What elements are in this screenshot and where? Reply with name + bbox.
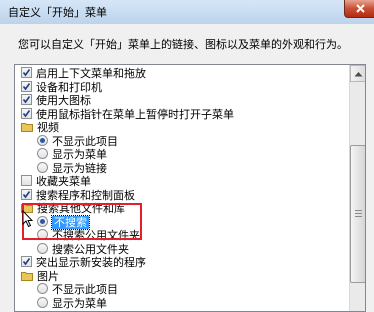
window-title: 自定义「开始」菜单 [8, 6, 107, 19]
checkbox[interactable] [21, 188, 32, 200]
radio-button[interactable] [37, 134, 48, 146]
option-row[interactable]: 使用大图标 [15, 94, 349, 108]
option-row[interactable]: 启用上下文菜单和拖放 [15, 67, 349, 81]
option-label: 启用上下文菜单和拖放 [36, 67, 146, 80]
option-label: 搜索程序和控制面板 [36, 188, 135, 202]
option-row: 搜索其他文件和库 [15, 202, 349, 216]
option-row[interactable]: 不搜索 [15, 214, 349, 230]
radio-button[interactable] [37, 161, 48, 173]
option-row[interactable]: 显示为链接 [15, 161, 349, 176]
title-bar: 自定义「开始」菜单 [0, 0, 374, 24]
radio-button[interactable] [37, 215, 48, 227]
scroll-up-button[interactable] [350, 65, 365, 82]
checkmark-icon [22, 258, 31, 266]
checkmark-icon [22, 82, 31, 90]
option-row[interactable]: 搜索公用文件夹 [15, 242, 349, 257]
option-row: 图片 [15, 270, 349, 284]
scroll-grip-line [355, 216, 362, 217]
radio-dot [40, 137, 45, 143]
checkmark-icon [22, 109, 31, 117]
option-label: 显示为链接 [52, 161, 107, 175]
option-row[interactable]: 收藏夹菜单 [15, 175, 349, 189]
option-label: 设备和打印机 [36, 80, 102, 94]
option-label: 不显示此项目 [52, 283, 118, 296]
radio-button[interactable] [37, 296, 48, 308]
option-row: 视频 [15, 121, 349, 135]
checkmark-icon [22, 190, 31, 198]
option-row[interactable]: 显示为菜单 [15, 148, 349, 162]
option-row[interactable]: 使用鼠标指针在菜单上暂停时打开子菜单 [15, 107, 349, 122]
option-label: 搜索其他文件和库 [37, 202, 125, 215]
radio-dot [40, 218, 45, 224]
checkmark-icon [22, 69, 31, 77]
option-row[interactable]: 不显示此项目 [15, 134, 349, 149]
folder-icon [21, 271, 33, 281]
radio-button[interactable] [37, 242, 48, 254]
mouse-cursor-icon [22, 210, 34, 228]
option-label: 使用大图标 [36, 94, 91, 107]
option-row[interactable]: 不显示此项目 [15, 283, 349, 297]
option-label: 搜索公用文件夹 [52, 242, 129, 256]
option-label: 突出显示新安装的程序 [36, 256, 146, 269]
options-list-items: 启用上下文菜单和拖放 设备和打印机 使用大图标 使用鼠标指针在菜单上暂停时打开子菜单视… [15, 67, 349, 310]
checkbox[interactable] [21, 94, 32, 105]
radio-button[interactable] [37, 229, 48, 240]
checkbox[interactable] [21, 107, 32, 119]
option-row[interactable]: 不搜索公用文件夹 [15, 229, 349, 243]
vertical-scrollbar[interactable] [349, 65, 365, 311]
option-label: 收藏夹菜单 [36, 175, 91, 188]
scroll-thumb[interactable] [350, 145, 365, 283]
option-label: 图片 [37, 269, 59, 283]
option-label: 不显示此项目 [52, 134, 118, 148]
option-label: 使用鼠标指针在菜单上暂停时打开子菜单 [36, 107, 234, 121]
folder-icon [21, 122, 33, 132]
checkbox[interactable] [21, 256, 32, 267]
chevron-up-icon [354, 72, 363, 77]
option-row[interactable]: 突出显示新安装的程序 [15, 256, 349, 270]
options-list[interactable]: 启用上下文菜单和拖放 设备和打印机 使用大图标 使用鼠标指针在菜单上暂停时打开子菜单视… [14, 64, 366, 312]
option-label: 不搜索公用文件夹 [52, 229, 140, 242]
checkmark-icon [22, 96, 31, 104]
checkbox[interactable] [21, 175, 32, 186]
option-label: 显示为菜单 [52, 148, 107, 161]
option-row[interactable]: 设备和打印机 [15, 80, 349, 95]
option-row[interactable]: 显示为菜单 [15, 296, 349, 311]
option-label: 不搜索 [51, 214, 90, 230]
radio-button[interactable] [37, 148, 48, 159]
checkbox[interactable] [21, 67, 32, 78]
description-text: 您可以自定义「开始」菜单上的链接、图标以及菜单的外观和行为。 [18, 38, 348, 51]
close-icon [356, 4, 365, 13]
option-label: 视频 [37, 121, 59, 134]
scroll-grip-line [355, 210, 362, 211]
radio-button[interactable] [37, 283, 48, 294]
scroll-grip-line [355, 213, 362, 214]
close-button[interactable] [344, 0, 374, 18]
option-row[interactable]: 搜索程序和控制面板 [15, 188, 349, 203]
option-label: 显示为菜单 [52, 296, 107, 310]
checkbox[interactable] [21, 80, 32, 92]
